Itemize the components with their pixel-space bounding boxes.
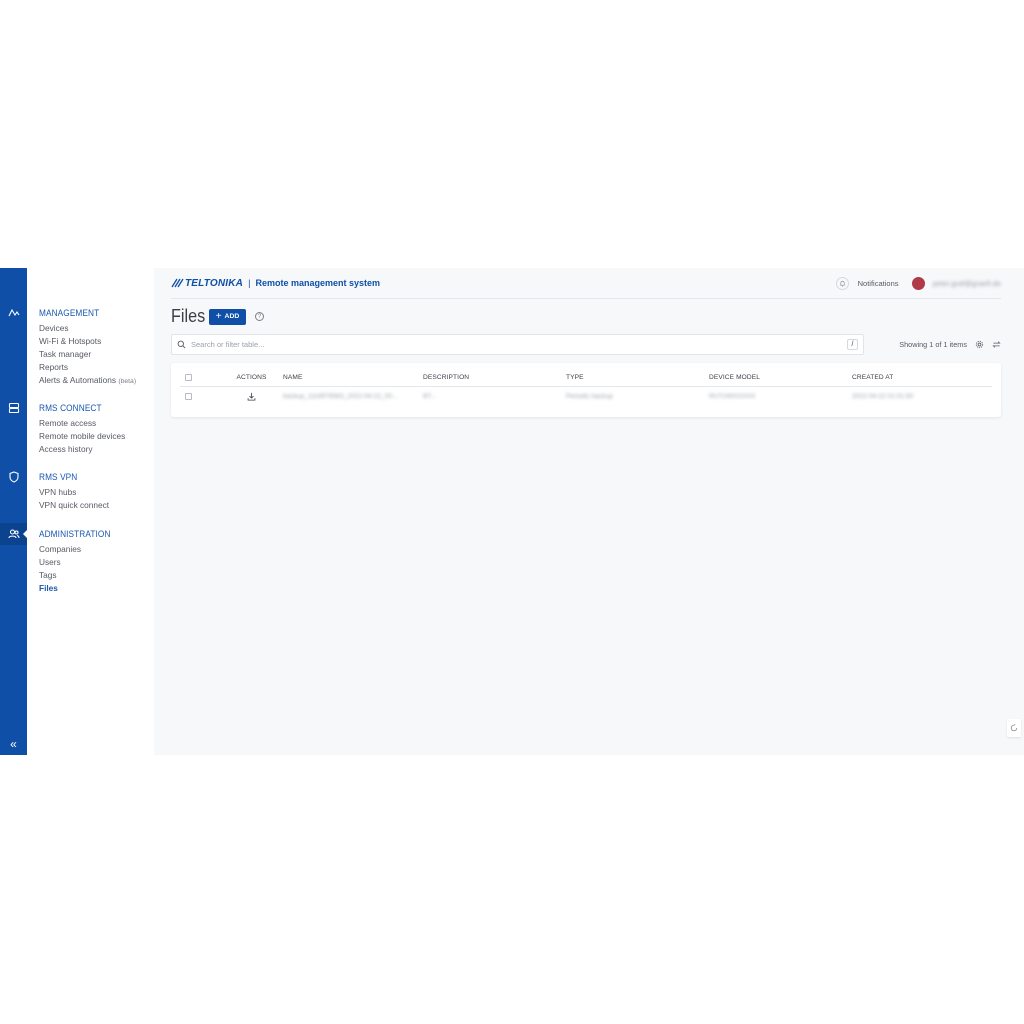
table-header-row: ACTIONS NAME DESCRIPTION TYPE DEVICE MOD… <box>180 368 992 387</box>
beta-badge: (beta) <box>118 378 137 385</box>
column-header-type[interactable]: TYPE <box>566 374 709 381</box>
column-header-created-at[interactable]: CREATED AT <box>852 374 992 381</box>
cell-description: BT... <box>423 393 437 400</box>
notifications-link[interactable]: Notifications <box>858 279 899 288</box>
sidebar-item-alerts-automations[interactable]: Alerts & Automations (beta) <box>39 374 136 388</box>
column-header-device-model[interactable]: DEVICE MODEL <box>709 374 852 381</box>
cell-type: Periodic backup <box>566 393 613 400</box>
page-title: Files <box>171 306 206 326</box>
sidebar-item-files[interactable]: Files <box>39 582 117 595</box>
user-email[interactable]: peter.graf@graefi.de <box>933 279 1002 288</box>
sidebar: MANAGEMENT Devices Wi-Fi & Hotspots Task… <box>27 268 154 755</box>
row-select-cell <box>180 393 223 400</box>
row-checkbox[interactable] <box>185 393 192 400</box>
icon-rail: « <box>0 268 27 755</box>
shield-icon[interactable] <box>0 466 27 488</box>
avatar[interactable] <box>911 276 925 290</box>
sidebar-item-vpn-hubs[interactable]: VPN hubs <box>39 486 109 499</box>
cell-device-model: RUT240XXXXX <box>709 393 756 400</box>
sidebar-item-companies[interactable]: Companies <box>39 543 117 556</box>
column-header-name[interactable]: NAME <box>280 374 423 381</box>
nav-group-title: RMS CONNECT <box>39 403 102 413</box>
sidebar-item-remote-mobile-devices[interactable]: Remote mobile devices <box>39 430 125 443</box>
sidebar-item-remote-access[interactable]: Remote access <box>39 417 125 430</box>
column-header-description[interactable]: DESCRIPTION <box>423 374 566 381</box>
column-header-actions: ACTIONS <box>236 373 267 381</box>
nav-group-title: RMS VPN <box>39 472 78 482</box>
logo[interactable]: TELTONIKA | Remote management system <box>171 278 380 289</box>
sidebar-item-reports[interactable]: Reports <box>39 361 136 374</box>
nav-group-management: MANAGEMENT Devices Wi-Fi & Hotspots Task… <box>39 308 136 388</box>
collapse-sidebar-icon[interactable]: « <box>0 737 27 751</box>
nav-group-administration: ADMINISTRATION Companies Users Tags File… <box>39 529 117 595</box>
sidebar-item-label: Alerts & Automations <box>39 375 117 385</box>
page-header: Files + ADD ? <box>171 306 264 327</box>
app-title: Remote management system <box>255 278 380 288</box>
app-shell: « MANAGEMENT Devices Wi-Fi & Hotspots Ta… <box>0 268 1024 755</box>
cell-name: backup_1118976563_2022-04-22_00... <box>283 393 398 400</box>
sidebar-item-vpn-quick-connect[interactable]: VPN quick connect <box>39 499 109 512</box>
keyboard-shortcut-hint: / <box>847 339 858 350</box>
refresh-icon[interactable] <box>991 339 1001 349</box>
search-icon <box>177 340 186 349</box>
nav-group-rms-connect: RMS CONNECT Remote access Remote mobile … <box>39 403 125 456</box>
add-button-label: ADD <box>224 313 240 320</box>
main-content: TELTONIKA | Remote management system Not… <box>154 268 1024 755</box>
monitoring-icon[interactable] <box>0 302 27 324</box>
brand-separator: | <box>248 278 251 288</box>
nav-group-title: MANAGEMENT <box>39 308 100 318</box>
sidebar-item-access-history[interactable]: Access history <box>39 443 125 456</box>
files-table-card: ACTIONS NAME DESCRIPTION TYPE DEVICE MOD… <box>171 363 1001 417</box>
row-actions-cell <box>223 392 280 401</box>
search-bar: / <box>171 334 864 355</box>
user-area: Notifications peter.graf@graefi.de <box>835 276 1002 290</box>
help-icon[interactable]: ? <box>255 312 264 321</box>
items-count: Showing 1 of 1 items <box>899 340 967 349</box>
server-icon[interactable] <box>0 397 27 419</box>
download-icon[interactable] <box>247 392 256 401</box>
teltonika-logo-icon <box>171 278 184 288</box>
plus-icon: + <box>215 310 222 322</box>
top-bar: TELTONIKA | Remote management system Not… <box>171 268 1001 299</box>
settings-icon[interactable] <box>974 339 984 349</box>
sidebar-item-devices[interactable]: Devices <box>39 322 136 335</box>
sidebar-item-users[interactable]: Users <box>39 556 117 569</box>
files-table: ACTIONS NAME DESCRIPTION TYPE DEVICE MOD… <box>180 363 992 406</box>
sidebar-item-tags[interactable]: Tags <box>39 569 117 582</box>
nav-group-title: ADMINISTRATION <box>39 529 111 539</box>
table-row: backup_1118976563_2022-04-22_00... BT...… <box>180 387 992 406</box>
cell-created-at: 2022-04-22 01:01:50 <box>852 393 914 400</box>
sidebar-item-task-manager[interactable]: Task manager <box>39 348 136 361</box>
select-all-cell <box>180 373 223 381</box>
select-all-checkbox[interactable] <box>185 373 192 381</box>
sidebar-item-wifi-hotspots[interactable]: Wi-Fi & Hotspots <box>39 335 136 348</box>
bell-icon[interactable] <box>835 276 849 290</box>
search-input[interactable] <box>191 340 847 349</box>
add-button[interactable]: + ADD <box>209 308 246 325</box>
feedback-widget-icon[interactable] <box>1007 719 1021 737</box>
users-icon[interactable] <box>0 523 27 545</box>
brand-name: TELTONIKA <box>185 277 244 289</box>
nav-group-rms-vpn: RMS VPN VPN hubs VPN quick connect <box>39 472 109 512</box>
